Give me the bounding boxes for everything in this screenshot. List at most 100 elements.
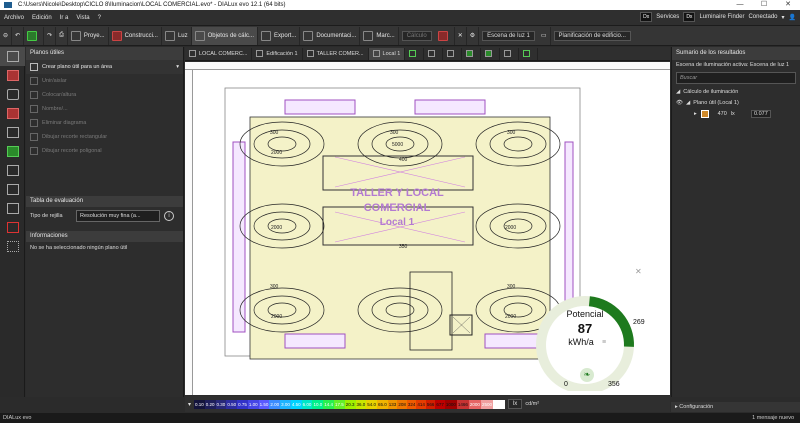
nav-surface-button[interactable] [0,66,25,85]
redo-button[interactable]: ↷ [44,26,57,45]
nav-emergency-button[interactable] [0,142,25,161]
unit-cd-button[interactable]: cd/m² [525,401,539,407]
chevron-down-icon: ◢ [685,99,691,106]
cancel-calc-button[interactable]: ✕ [455,26,467,45]
emergency-exit-icon [6,146,19,157]
nav-ugr-button[interactable] [0,180,25,199]
workplanes-panel: Planos útiles Crear plano útil para un á… [26,47,184,397]
iso-label: 2000 [271,225,283,231]
tree-calc-heading[interactable]: ◢ Cálculo de iluminación [672,86,800,97]
config-section[interactable]: ▸ Configuración [671,402,800,412]
tab-local-1[interactable]: Local 1 [368,47,406,60]
menu-archivo[interactable]: Archivo [0,15,28,21]
color-scale-cell: 14.4 [323,399,334,409]
user-icon[interactable]: 👤 [789,14,796,21]
merge-action[interactable]: Unir/aislar [26,74,183,88]
color-scale-cell: 36.0 [355,399,367,409]
view-green-button[interactable] [462,47,482,60]
eye-icon[interactable]: 👁 [676,100,683,106]
create-workplane-action[interactable]: Crear plano útil para un área ▾ [26,60,183,74]
results-search-input[interactable]: Buscar [676,72,796,84]
info-icon[interactable]: i [164,211,174,221]
dropdown-arrow-icon[interactable]: ▾ [185,401,194,408]
tree-plane-row[interactable]: 👁 ◢ Plano útil (Local 1) [672,97,800,108]
nav-room-button[interactable] [0,104,25,123]
print-button[interactable]: ⎙ [56,26,68,45]
calc-button[interactable]: Cálculo [401,30,432,41]
color-scale-cell: 1.50 [258,399,270,409]
toolbar-export[interactable]: Export... [258,26,301,45]
tab-taller[interactable]: TALLER COMER... [303,47,369,60]
toolbar-construccion[interactable]: Construcci... [109,26,162,45]
toolbar-objetos-calculo[interactable]: Objetos de cálc... [191,26,258,45]
leaf-icon: ❧ [580,368,594,382]
rename-icon [30,105,38,113]
undo-button[interactable]: ↶ [12,26,25,45]
tab-edificacion[interactable]: Edificación 1 [252,47,303,60]
grid-type-select[interactable]: Resolución muy fina (a... [76,210,160,222]
unit-lx-button[interactable]: lx [507,399,523,409]
view-elevation-button[interactable] [443,47,463,60]
save-button[interactable] [24,26,45,45]
toolbar-documentacion[interactable]: Documentaci... [300,26,361,45]
color-scale-cell: 5000 [492,399,505,409]
view-layers-button[interactable] [481,47,501,60]
building-plan-select[interactable]: Planificación de edificio... [553,30,631,41]
nav-view-button[interactable] [0,161,25,180]
color-scale-cell: 208 [397,399,407,409]
nav-dots-button[interactable] [0,237,25,256]
height-icon [30,91,38,99]
tab-local-comercial[interactable]: LOCAL COMERC... [185,47,253,60]
documentation-icon [303,30,314,41]
dialux-finder-icon: Dx [683,12,696,22]
maximize-button[interactable]: ☐ [752,0,776,10]
iso-label: 300 [507,130,516,136]
menu-vista[interactable]: Vista [72,15,93,21]
settings-button[interactable]: ⚙ [467,26,480,45]
scene-settings-button[interactable]: ▭ [538,26,551,45]
rename-action[interactable]: Nombre/... [26,102,183,116]
connection-status[interactable]: Conectado [748,14,777,20]
toolbar-proyecto[interactable]: Proye... [68,26,109,45]
scene-select[interactable]: Escena de luz 1 [482,30,535,41]
rect-cutout-action[interactable]: Dibujar recorte rectangular [26,130,183,144]
menu-edicion[interactable]: Edición [28,15,56,21]
menu-help[interactable]: ? [94,15,105,21]
stop-calc-button[interactable] [435,26,455,45]
view-false-color-button[interactable] [519,47,539,60]
close-button[interactable]: ✕ [776,0,800,10]
delete-diagram-action[interactable]: Eliminar diagrama [26,116,183,130]
place-height-action[interactable]: Colocar/altura [26,88,183,102]
view-3d-button[interactable] [405,47,425,60]
result-row[interactable]: ▸ 470 lx 0.077 [672,108,800,120]
nav-path-button[interactable] [0,218,25,237]
poly-cutout-action[interactable]: Dibujar recorte poligonal [26,144,183,158]
project-icon [70,30,81,41]
plan-canvas[interactable]: TALLER Y LOCAL COMERCIAL Local 1 300 200… [185,62,670,395]
view-plan-button[interactable] [424,47,444,60]
close-icon: ✕ [457,33,463,39]
color-scale-cell: 2500 [480,399,493,409]
toolbar-luz[interactable]: Luz [162,26,192,45]
new-message-indicator[interactable]: 1 mensaje nuevo [752,413,794,423]
minimize-button[interactable]: — [728,0,752,10]
nav-daylight-button[interactable] [0,199,25,218]
menu-ir-a[interactable]: Ir a [56,15,73,21]
back-button[interactable]: ⊖ [0,26,13,45]
services-link[interactable]: Services [656,14,679,20]
nav-workplane-button[interactable] [0,47,25,66]
false-color-scale: ▾ 0.10 0.20 0.30 0.50 0.75 1.00 1.50 2.00 3.00 4.… [185,396,670,412]
pencil-icon [30,63,38,71]
gauge-details-icon[interactable]: ≡ [602,339,606,346]
eval-table-title: Tabla de evaluación [26,196,183,207]
luminaire-finder-link[interactable]: Luminaire Finder [699,14,744,20]
nav-points-button[interactable] [0,123,25,142]
result-value: 470 [717,111,727,117]
toolbar-marcas[interactable]: Marc... [360,26,399,45]
chevron-down-icon[interactable]: ▾ [782,14,785,21]
nav-cylinder-button[interactable] [0,85,25,104]
iso-label: 300 [507,284,516,290]
delete-icon [30,119,38,127]
view-wireframe-button[interactable] [500,47,520,60]
green-view-icon [466,50,474,57]
